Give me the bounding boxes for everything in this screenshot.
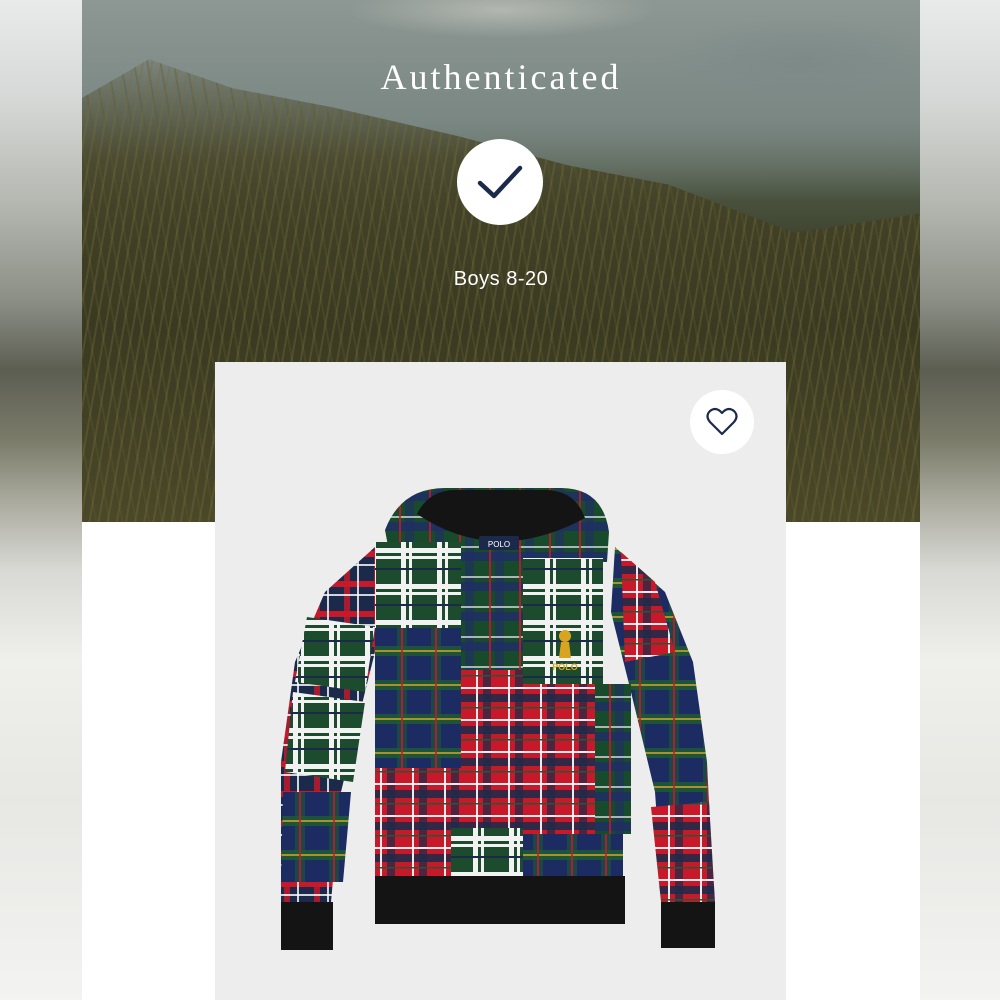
product-card[interactable]: POLO POLO: [215, 362, 786, 1000]
check-icon: [477, 165, 523, 199]
authenticated-badge: [457, 139, 543, 225]
product-image: POLO POLO: [281, 488, 715, 950]
page-title: Authenticated: [380, 57, 622, 97]
blurred-background-left: [0, 0, 82, 1000]
heart-icon: [706, 407, 738, 436]
category-label: Boys 8-20: [453, 268, 549, 290]
svg-text:POLO: POLO: [552, 662, 578, 672]
blurred-background-right: [920, 0, 1000, 1000]
favorite-button[interactable]: [690, 390, 754, 454]
collar-label: POLO: [488, 540, 510, 549]
